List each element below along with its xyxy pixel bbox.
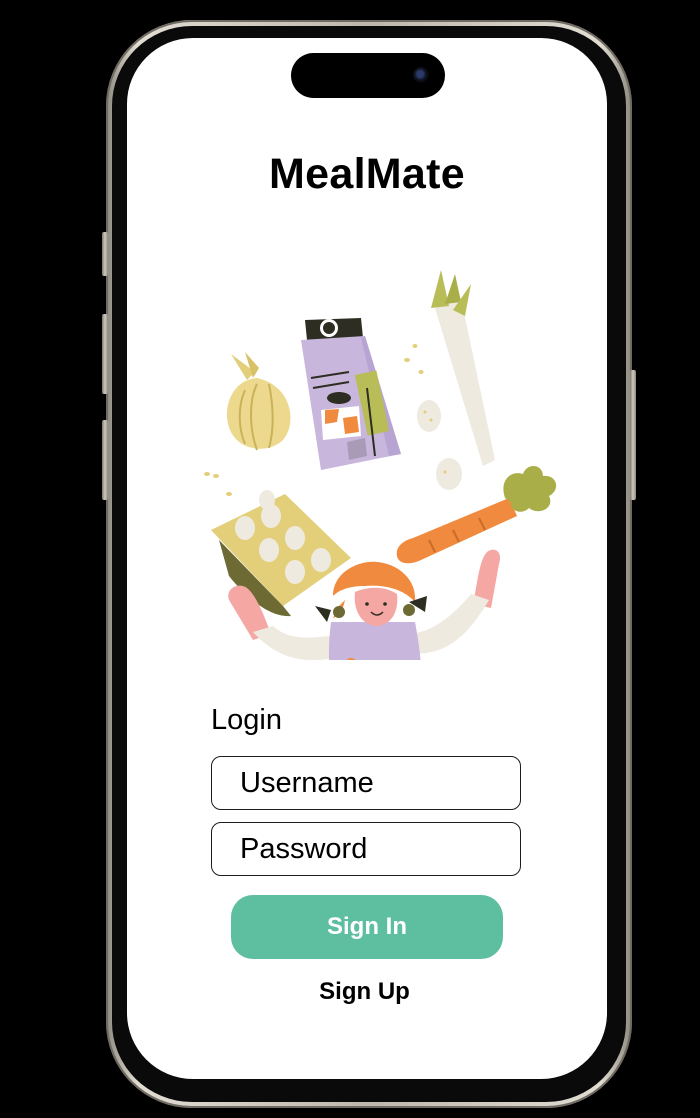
- power-button: [630, 370, 636, 500]
- sign-up-link[interactable]: Sign Up: [127, 978, 602, 1006]
- login-heading: Login: [211, 704, 282, 736]
- username-input[interactable]: Username: [211, 756, 521, 810]
- egg-icon: [417, 400, 462, 490]
- leek-icon: [431, 270, 495, 466]
- sign-in-button[interactable]: Sign In: [231, 895, 503, 959]
- onion-icon: [226, 352, 291, 451]
- app-screen: MealMate Login Username Password Sign In…: [127, 38, 607, 1079]
- dynamic-island: [291, 53, 445, 98]
- action-button: [102, 232, 108, 276]
- groceries-illustration: [204, 270, 557, 660]
- carrot-icon: [396, 465, 557, 564]
- camera-icon: [413, 67, 429, 83]
- volume-down-button: [102, 420, 108, 500]
- app-title: MealMate: [269, 150, 465, 198]
- password-input[interactable]: Password: [211, 822, 521, 876]
- milk-carton-icon: [301, 318, 401, 470]
- volume-up-button: [102, 314, 108, 394]
